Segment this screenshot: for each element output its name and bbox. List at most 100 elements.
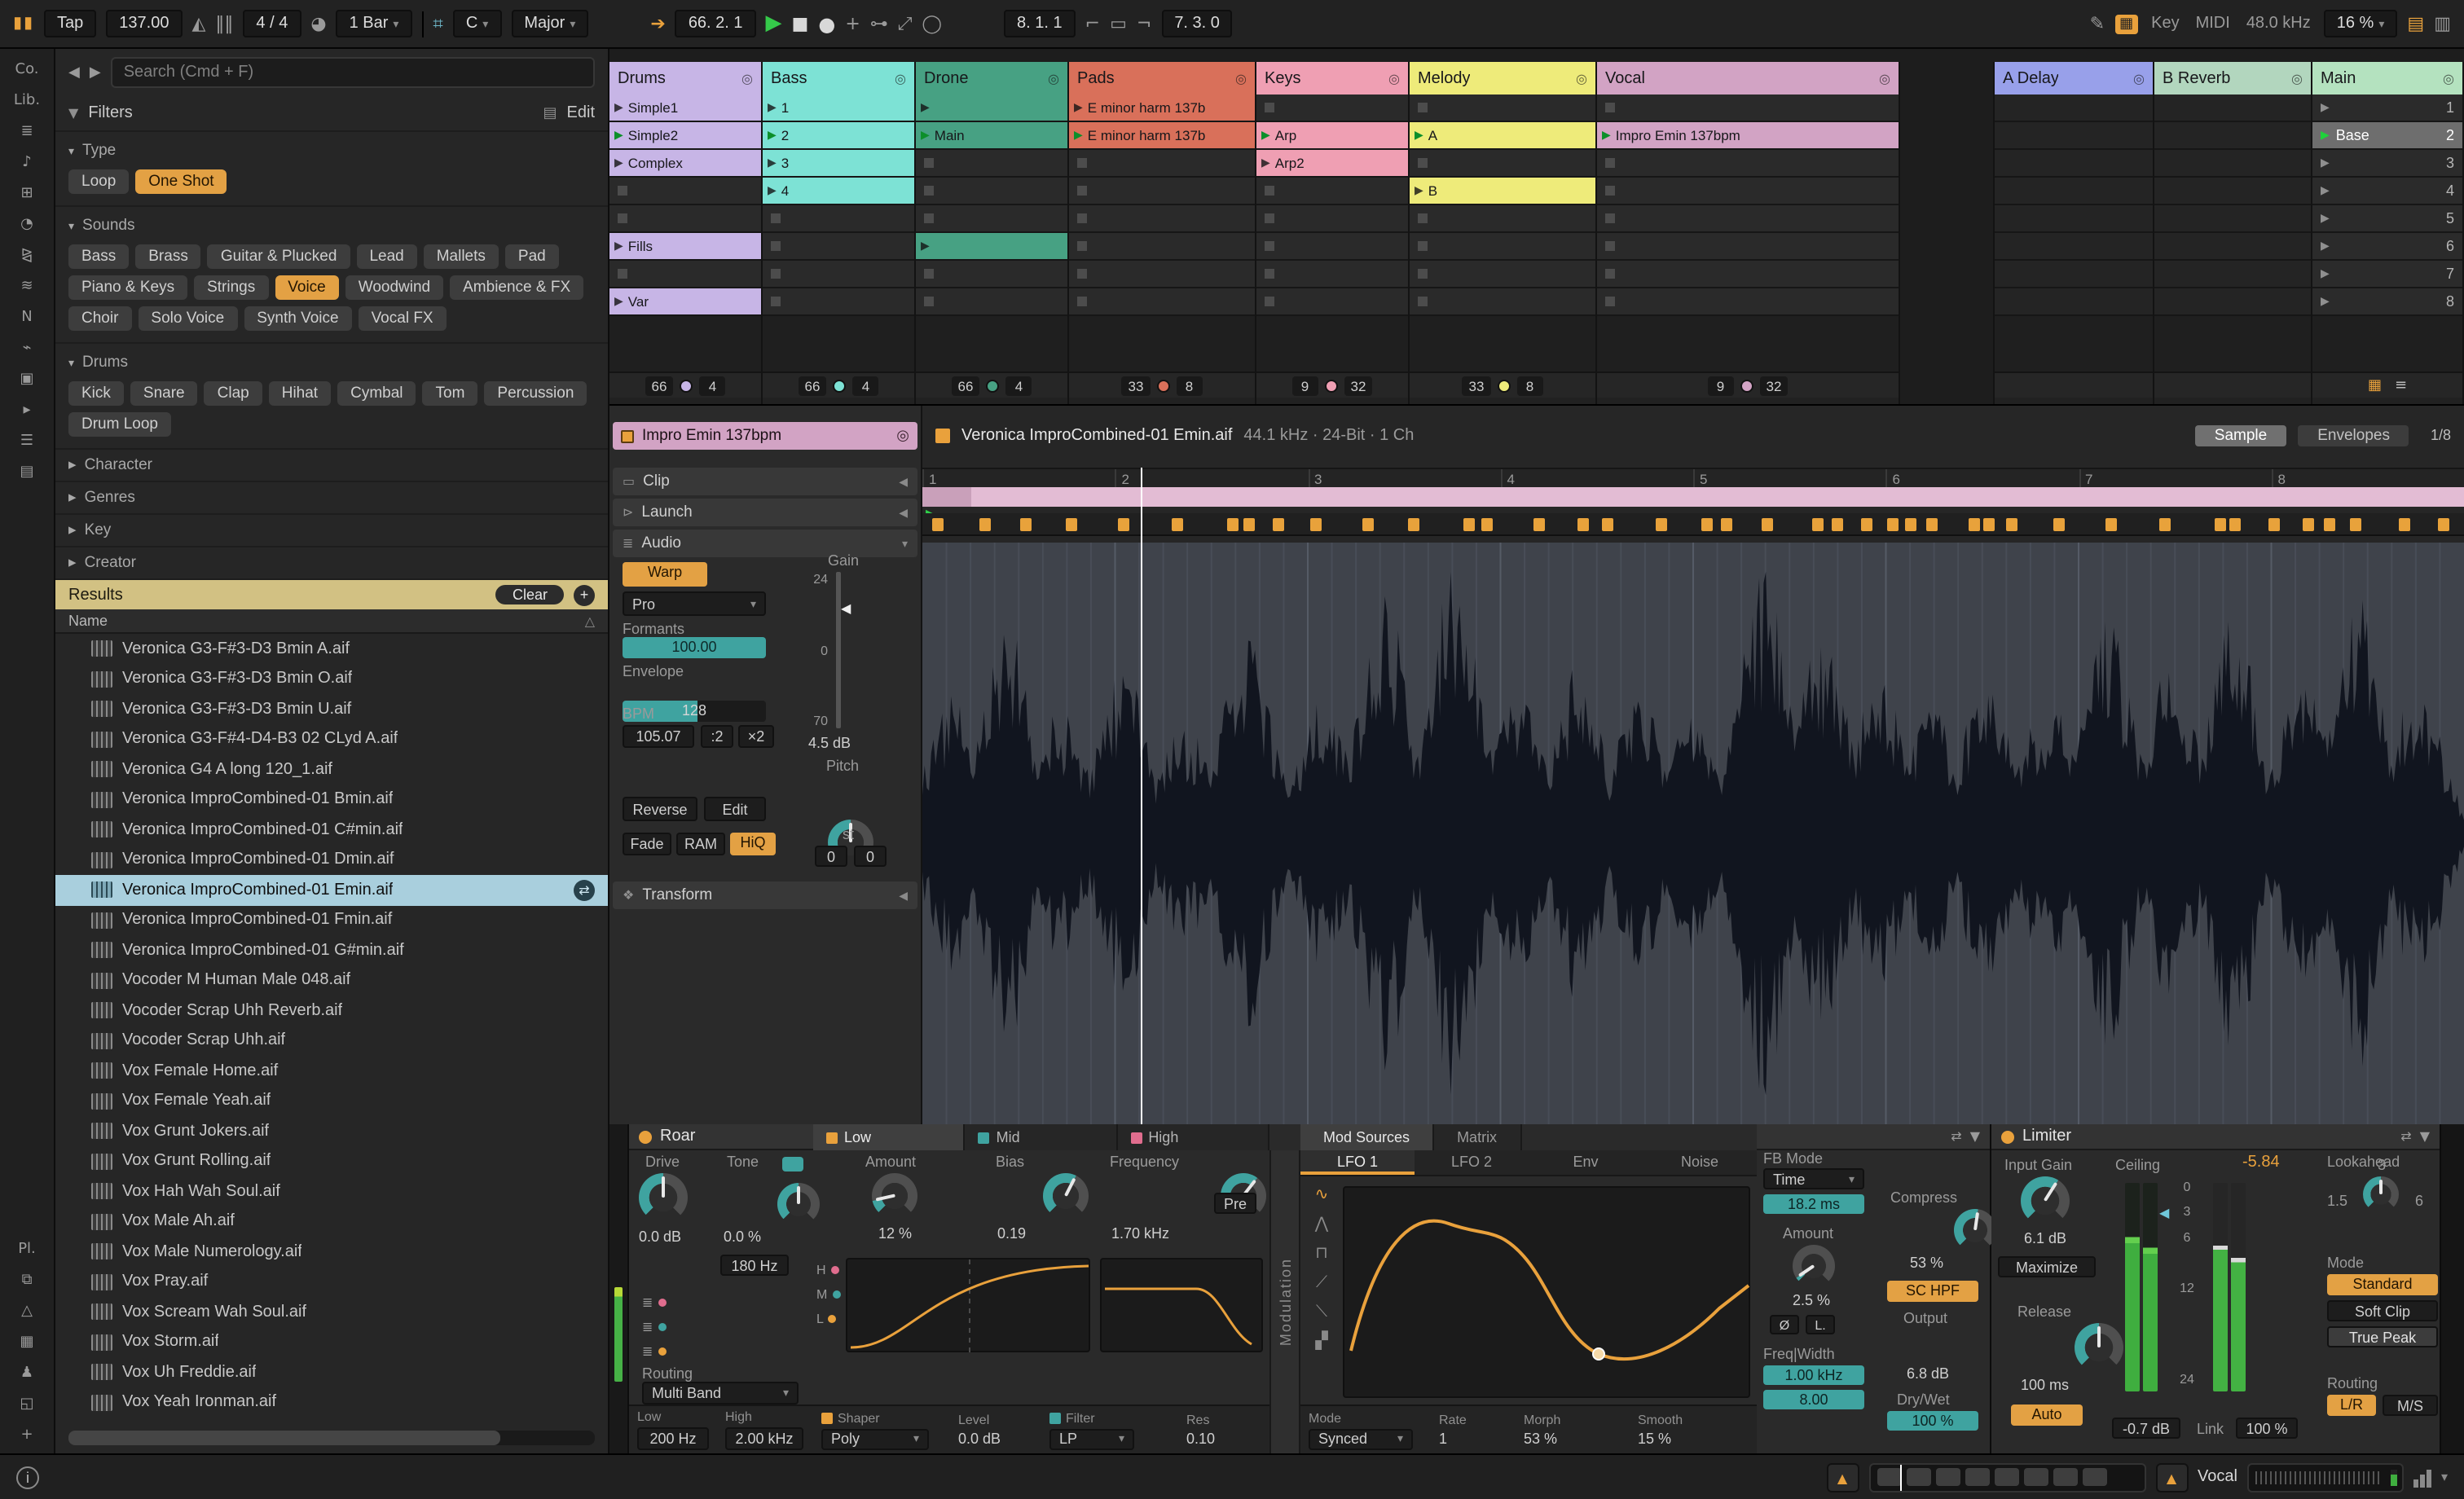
empty-clip-slot[interactable] xyxy=(916,261,1067,288)
clip-launch-icon[interactable]: ▶ xyxy=(921,101,930,114)
amount-knob[interactable] xyxy=(872,1173,917,1219)
file-row[interactable]: Vox Grunt Rolling.aif xyxy=(55,1146,608,1176)
empty-clip-slot[interactable] xyxy=(916,178,1067,205)
compress-knob[interactable] xyxy=(1953,1209,1996,1251)
arrangement-view-icon[interactable]: ▥ xyxy=(2434,13,2451,34)
save-preset-icon[interactable]: ▼ xyxy=(2420,1129,2430,1144)
track-quantize-value[interactable]: 9 xyxy=(1707,376,1734,395)
gain-reduction-value[interactable]: -0.7 dB xyxy=(2112,1418,2180,1439)
warp-marker[interactable] xyxy=(1117,518,1129,531)
track-length-value[interactable]: 32 xyxy=(1344,376,1373,395)
scene-launch-icon[interactable]: ▶ xyxy=(2321,295,2330,308)
multiband-routing-icon[interactable]: ≣ ≣ ≣ xyxy=(642,1290,667,1364)
tag-voice[interactable]: Voice xyxy=(275,275,339,300)
lfo-curve-display[interactable] xyxy=(1343,1186,1750,1398)
scene-up-button[interactable]: ▲ xyxy=(1826,1462,1859,1492)
warp-marker[interactable] xyxy=(1481,518,1493,531)
band-indicator-m[interactable]: M xyxy=(816,1282,841,1307)
clip-slot[interactable]: ▶ Var xyxy=(609,288,761,316)
clip-slot[interactable]: ▶ E minor harm 137b xyxy=(1069,95,1255,122)
file-row[interactable]: Vox Male Ah.aif xyxy=(55,1207,608,1237)
bias-value[interactable]: 0.19 xyxy=(997,1225,1026,1242)
empty-clip-slot[interactable] xyxy=(1597,205,1899,233)
clip-stop-icon[interactable] xyxy=(1265,269,1274,279)
amount-value[interactable]: 12 % xyxy=(878,1225,912,1242)
scene-launch-icon[interactable]: ▶ xyxy=(2321,156,2330,169)
tag-mallets[interactable]: Mallets xyxy=(423,244,499,269)
clip-stop-icon[interactable] xyxy=(1077,158,1087,168)
file-row[interactable]: Vocoder Scrap Uhh.aif xyxy=(55,1026,608,1056)
arrangement-overview[interactable] xyxy=(1868,1462,2146,1492)
empty-clip-slot[interactable] xyxy=(1069,150,1255,178)
file-row[interactable]: Vocoder M Human Male 048.aif xyxy=(55,965,608,996)
stop-button[interactable]: ■ xyxy=(792,13,809,34)
warp-marker[interactable] xyxy=(1812,518,1824,531)
empty-clip-slot[interactable] xyxy=(916,288,1067,316)
empty-clip-slot[interactable] xyxy=(916,205,1067,233)
clip-stop-icon[interactable] xyxy=(1418,269,1428,279)
empty-clip-slot[interactable] xyxy=(1410,233,1595,261)
pitch-semitones[interactable]: 0 xyxy=(815,846,847,867)
search-input[interactable] xyxy=(110,57,595,88)
track-length-value[interactable]: 8 xyxy=(1176,376,1203,395)
clip-stop-icon[interactable] xyxy=(1418,213,1428,223)
clip-stop-icon[interactable] xyxy=(924,158,934,168)
limiter-title-bar[interactable]: Limiter ⇄ ▼ xyxy=(1991,1124,2440,1150)
clip-slot[interactable]: ▶ Impro Emin 137bpm xyxy=(1597,122,1899,150)
smooth-value[interactable]: 15 % xyxy=(1638,1431,1736,1447)
record-button[interactable]: ● xyxy=(818,12,835,35)
pitch-cents[interactable]: 0 xyxy=(854,846,887,867)
empty-clip-slot[interactable] xyxy=(1069,178,1255,205)
auto-release-toggle[interactable]: Auto xyxy=(2011,1404,2083,1426)
lfo-shape-5[interactable]: ▞ xyxy=(1315,1333,1327,1351)
ram-toggle[interactable]: RAM xyxy=(676,833,725,855)
clip-stop-icon[interactable] xyxy=(924,297,934,306)
empty-clip-slot[interactable] xyxy=(763,233,914,261)
clips-icon[interactable]: ▣ xyxy=(20,371,33,388)
clip-slot[interactable]: ▶ B xyxy=(1410,178,1595,205)
clip-stop-icon[interactable] xyxy=(1077,213,1087,223)
clip-stop-icon[interactable] xyxy=(618,213,627,223)
clip-stop-icon[interactable] xyxy=(771,269,781,279)
tag-clap[interactable]: Clap xyxy=(204,381,262,406)
empty-clip-slot[interactable] xyxy=(1256,288,1408,316)
tab-envelopes[interactable]: Envelopes xyxy=(2298,424,2409,446)
routing-lr-button[interactable]: L/R xyxy=(2327,1395,2376,1416)
empty-clip-slot[interactable] xyxy=(1256,178,1408,205)
track-length-value[interactable]: 32 xyxy=(1759,376,1789,395)
plugins-icon[interactable]: ⌁ xyxy=(23,341,32,357)
warp-marker[interactable] xyxy=(1065,518,1077,531)
warp-marker[interactable] xyxy=(2268,518,2280,531)
warp-marker[interactable] xyxy=(1273,518,1285,531)
track-fold-icon[interactable]: ◎ xyxy=(2133,71,2145,86)
empty-clip-slot[interactable] xyxy=(1410,150,1595,178)
list-mode-icon[interactable]: ≡ xyxy=(2395,377,2407,393)
clip-stop-icon[interactable] xyxy=(1605,269,1615,279)
filter-graph[interactable] xyxy=(1100,1258,1263,1352)
track-mini-display[interactable] xyxy=(2246,1462,2404,1492)
warp-marker[interactable] xyxy=(1019,518,1032,531)
drums-icon[interactable]: ⊞ xyxy=(20,186,33,202)
clip-launch-icon[interactable]: ▶ xyxy=(1261,156,1270,169)
tag-one-shot[interactable]: One Shot xyxy=(135,169,227,194)
clip-stop-icon[interactable] xyxy=(1605,158,1615,168)
launch-section-header[interactable]: ⊳ Launch ◀ xyxy=(613,499,917,526)
warp-marker[interactable] xyxy=(2303,518,2315,531)
file-row[interactable]: Veronica ImproCombined-01 Emin.aif ⇄ xyxy=(55,875,608,905)
reverse-button[interactable]: Reverse xyxy=(623,797,697,821)
input-gain-value[interactable]: 6.1 dB xyxy=(2024,1230,2066,1246)
add-folder-icon[interactable]: + xyxy=(20,1427,33,1444)
track-fold-icon[interactable]: ◎ xyxy=(741,71,753,86)
warp-marker[interactable] xyxy=(1905,518,1917,531)
clip-launch-icon[interactable]: ▶ xyxy=(1261,129,1270,142)
track-header[interactable]: Main ◎ xyxy=(2312,62,2462,95)
fb-freq-value[interactable]: 1.00 kHz xyxy=(1763,1365,1864,1385)
formants-slider[interactable]: 100.00 xyxy=(623,637,766,658)
file-row[interactable]: Vox Female Yeah.aif xyxy=(55,1086,608,1116)
warp-marker[interactable] xyxy=(2159,518,2171,531)
metronome-icon[interactable]: ◭ xyxy=(191,13,205,34)
band-indicator-h[interactable]: H xyxy=(816,1258,840,1282)
scene-slot[interactable]: ▶ 7 xyxy=(2312,261,2462,288)
lfo-shape-0[interactable]: ∿ xyxy=(1315,1186,1329,1204)
routing-ms-button[interactable]: M/S xyxy=(2383,1395,2438,1416)
